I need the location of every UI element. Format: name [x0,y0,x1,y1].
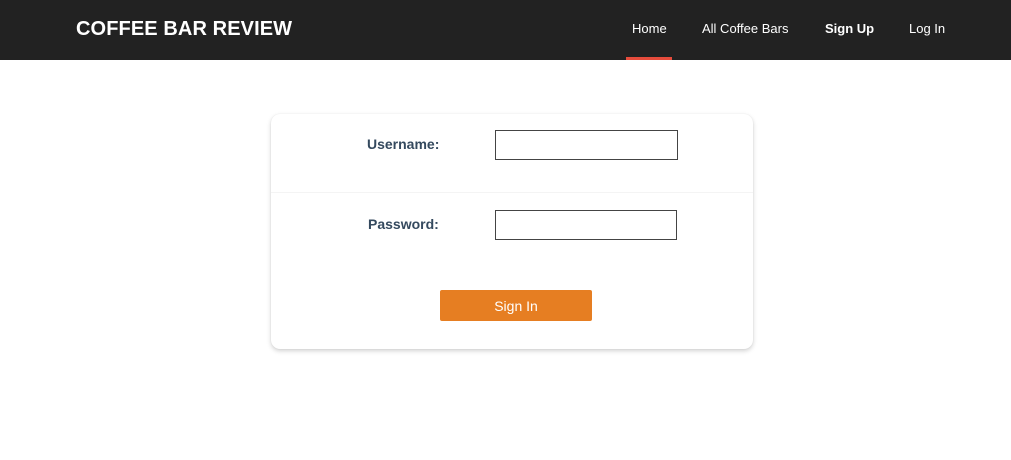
password-label: Password: [368,216,439,232]
nav-link-log-in[interactable]: Log In [909,21,945,36]
login-card: Username: Password: Sign In [271,114,753,349]
password-input[interactable] [495,210,677,240]
active-nav-indicator [626,57,672,60]
nav-link-all-coffee-bars[interactable]: All Coffee Bars [702,21,788,36]
top-navbar: COFFEE BAR REVIEW Home All Coffee Bars S… [0,0,1011,60]
nav-link-sign-up[interactable]: Sign Up [825,21,874,36]
username-input[interactable] [495,130,678,160]
nav-link-home[interactable]: Home [632,21,667,36]
card-divider [271,192,753,193]
sign-in-button[interactable]: Sign In [440,290,592,321]
site-brand[interactable]: COFFEE BAR REVIEW [76,18,292,41]
username-label: Username: [367,136,440,152]
